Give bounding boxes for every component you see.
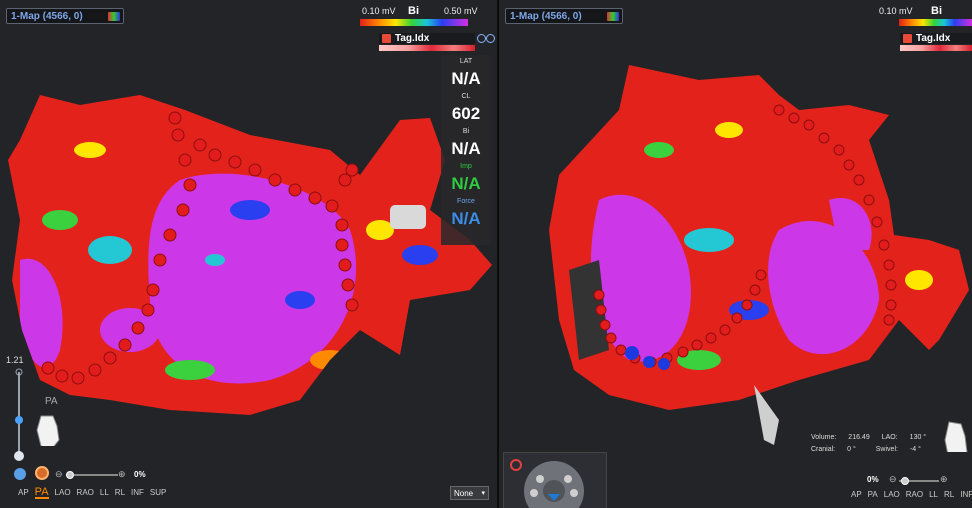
imp-label: Imp [460,163,472,170]
opacity-slider-knob[interactable] [901,477,909,485]
none-dropdown[interactable]: None ▾ [450,486,489,500]
view-rao[interactable]: RAO [906,490,923,499]
voltage-colorbar[interactable] [360,19,468,26]
voltage-scale: 0.10 mV Bi [877,5,972,26]
tag-icon [382,34,391,43]
view-inf[interactable]: INF [131,488,144,499]
view-ap[interactable]: AP [851,490,862,499]
view-rao[interactable]: RAO [77,488,94,499]
force-label: Force [457,198,475,205]
view-pa[interactable]: PA [34,487,49,499]
voltage-scale: 0.10 mV Bi 0.50 mV [358,5,478,26]
view-lao[interactable]: LAO [884,490,900,499]
tag-refresh-icon[interactable] [486,34,495,43]
catheter-shaft [754,385,779,445]
view-pa[interactable]: PA [868,490,878,499]
view-ap[interactable]: AP [18,488,29,499]
map-palette-icon[interactable] [108,12,120,21]
cl-value: 602 [451,104,481,123]
plus-icon[interactable]: ⊕ [118,469,126,480]
minus-icon[interactable]: ⊖ [55,469,63,480]
navigation-dial[interactable] [504,453,606,508]
heart-orientation-icon[interactable] [943,418,969,452]
minus-icon[interactable]: ⊖ [889,474,897,485]
opacity-percent: 0% [134,470,146,479]
tag-icon [903,34,912,43]
camera-icon[interactable] [14,468,26,480]
left-3d-voltage-map[interactable] [0,0,497,508]
volume-label: Volume: [811,434,837,441]
map-selector[interactable]: 1-Map (4566, 0) [6,8,124,24]
bi-value: N/A [451,139,481,158]
opacity-slider-knob[interactable] [66,471,74,479]
none-dropdown-value: None [454,489,474,498]
tag-index-panel[interactable]: Tag.Idx [900,33,972,53]
cranial-value: 0 ° [847,446,856,453]
view-rl[interactable]: RL [944,490,954,499]
scale-type: Bi [931,5,942,17]
view-ll[interactable]: LL [100,488,109,499]
scale-max: 0.50 mV [444,6,478,16]
scale-type: Bi [408,5,419,17]
view-ll[interactable]: LL [929,490,938,499]
tag-index-label: Tag.Idx [916,33,951,44]
view-buttons: AP PA LAO RAO LL RL INF SUP [18,487,166,499]
bi-label: Bi [462,128,470,135]
force-value: N/A [451,209,481,228]
voltage-colorbar[interactable] [899,19,972,26]
view-sup[interactable]: SUP [150,488,166,499]
right-map-viewport[interactable]: 1-Map (4566, 0) 0.10 mV Bi Tag.Idx Volum… [499,0,972,508]
navigation-widget[interactable] [503,452,607,508]
map-selector-label: 1-Map (4566, 0) [510,11,582,22]
lao-label: LAO: [881,434,898,441]
lao-value: 130 ° [909,434,927,441]
cl-label: CL [461,93,471,100]
catheter-readout: LAT N/A CL 602 Bi N/A Imp N/A Force N/A [441,55,491,245]
map-statistics: Volume: 216.49 LAO: 130 ° Cranial: 0 ° S… [811,432,926,456]
tag-index-label: Tag.Idx [395,33,430,44]
tag-index-strip [379,45,475,51]
plus-icon[interactable]: ⊕ [940,474,948,485]
volume-value: 216.49 [848,434,870,441]
heart-orientation-icon[interactable] [35,412,61,446]
lat-label: LAT [459,58,473,65]
view-lao[interactable]: LAO [55,488,71,499]
swivel-value: -4 ° [909,446,921,453]
zoom-slider[interactable] [12,368,26,464]
map-selector-label: 1-Map (4566, 0) [11,11,83,22]
imp-value: N/A [451,174,481,193]
lat-value: N/A [451,69,481,88]
left-map-viewport[interactable]: 1-Map (4566, 0) 0.10 mV Bi 0.50 mV Tag.I… [0,0,497,508]
map-palette-icon[interactable] [607,12,619,21]
map-selector[interactable]: 1-Map (4566, 0) [505,8,623,24]
tag-index-panel[interactable]: Tag.Idx [379,33,495,53]
opacity-percent: 0% [867,475,879,484]
scale-min: 0.10 mV [879,6,913,16]
cranial-label: Cranial: [811,446,836,453]
record-icon[interactable] [35,466,49,480]
tag-settings-icon[interactable] [477,34,486,43]
tag-index-strip [900,45,972,51]
view-rl[interactable]: RL [115,488,125,499]
view-buttons: AP PA LAO RAO LL RL INF [851,490,972,499]
scale-min: 0.10 mV [362,6,396,16]
view-inf[interactable]: INF [960,490,972,499]
orientation-label: PA [45,396,58,407]
chevron-down-icon: ▾ [481,490,485,497]
zoom-value: 1.21 [6,355,24,365]
swivel-label: Swivel: [875,446,898,453]
